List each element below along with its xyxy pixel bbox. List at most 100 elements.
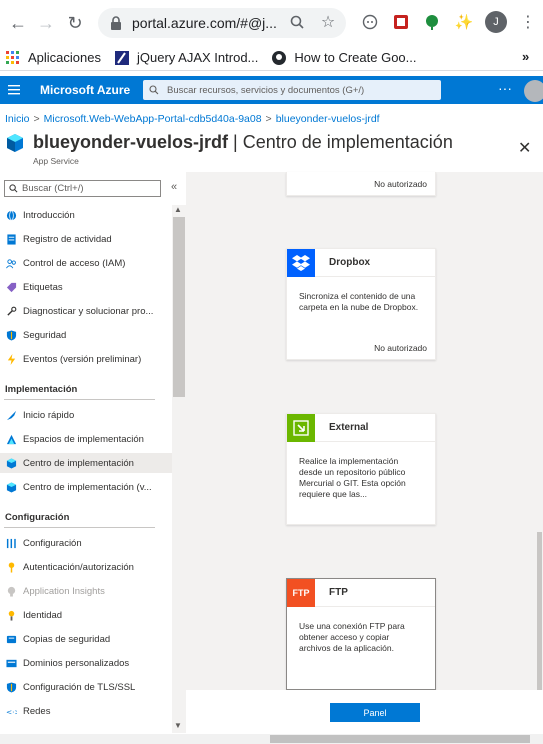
bookmark-apps[interactable]: Aplicaciones <box>6 50 101 65</box>
forward-icon[interactable]: → <box>34 11 58 35</box>
sidebar-item-label: Inicio rápido <box>23 409 75 421</box>
sidebar-item-label: Application Insights <box>23 585 105 597</box>
chevron-right-icon: > <box>265 113 272 125</box>
sidebar-item-espacios-de-implementacion[interactable]: Espacios de implementación <box>0 429 172 449</box>
profile-avatar[interactable]: J <box>485 11 507 33</box>
sidebar-item-centro-de-implementacion-v[interactable]: Centro de implementación (v... <box>0 477 172 497</box>
back-icon[interactable]: ← <box>6 11 30 35</box>
bookmark-label: How to Create Goo... <box>294 50 417 65</box>
sidebar-item-centro-de-implementacion[interactable]: Centro de implementación <box>0 453 172 473</box>
sidebar-item-etiquetas[interactable]: Etiquetas <box>0 277 172 297</box>
sidebar-item-label: Espacios de implementación <box>23 433 144 445</box>
content-scroll-thumb[interactable] <box>537 532 542 690</box>
page-title: blueyonder-vuelos-jrdf | Centro de imple… <box>5 132 453 153</box>
leaf-extension-icon[interactable] <box>422 12 442 32</box>
sidebar-item-introduccion[interactable]: Introducción <box>0 205 172 225</box>
external-repo-icon <box>287 413 315 442</box>
azure-header: Microsoft Azure Buscar recursos, servici… <box>0 76 543 104</box>
breadcrumb-home[interactable]: Inicio <box>5 113 30 125</box>
content-scrollbar[interactable] <box>536 172 543 690</box>
external-card[interactable]: External Realice la implementación desde… <box>286 413 436 525</box>
azure-avatar[interactable] <box>524 80 543 102</box>
card-description: Realice la implementación desde un repos… <box>299 456 406 499</box>
sidebar-item-autenticacion-autorizacion[interactable]: Autenticación/autorización <box>0 557 172 577</box>
chevron-right-icon: > <box>33 113 40 125</box>
bookmark-jquery[interactable]: jQuery AJAX Introd... <box>115 50 258 65</box>
reload-icon[interactable]: ↻ <box>63 11 87 35</box>
scroll-up-icon[interactable]: ▲ <box>174 205 182 214</box>
search-icon[interactable] <box>287 12 307 32</box>
menu-icon[interactable]: ⋮ <box>518 12 538 32</box>
dropbox-card[interactable]: Dropbox Sincroniza el contenido de una c… <box>286 248 436 360</box>
tag-icon <box>5 281 17 293</box>
sidebar-item-redes[interactable]: <·> Redes <box>0 701 172 721</box>
azure-brand[interactable]: Microsoft Azure <box>40 83 130 97</box>
sidebar-item-identidad[interactable]: Identidad <box>0 605 172 625</box>
ftp-icon: FTP <box>287 578 315 607</box>
card-title: External <box>329 422 369 433</box>
puzzle-icon[interactable]: ✨ <box>454 12 474 32</box>
sidebar-item-registro-de-actividad[interactable]: Registro de actividad <box>0 229 172 249</box>
sidebar-item-inicio-rapido[interactable]: Inicio rápido <box>0 405 172 425</box>
sidebar-item-label: Centro de implementación <box>23 457 134 469</box>
bookmark-label: jQuery AJAX Introd... <box>137 50 259 65</box>
bookmarks-overflow[interactable]: » <box>522 49 529 64</box>
sidebar-item-eventos-version-preliminar[interactable]: Eventos (versión preliminar) <box>0 349 172 369</box>
sidebar-item-configuracion[interactable]: Configuración <box>0 533 172 553</box>
close-icon[interactable]: ✕ <box>518 138 531 158</box>
sidebar-item-label: Registro de actividad <box>23 233 112 245</box>
card-status: No autorizado <box>374 343 427 353</box>
sidebar-item-label: Identidad <box>23 609 63 621</box>
sidebar-item-label: Redes <box>23 705 51 717</box>
shield-icon <box>5 329 17 341</box>
browser-toolbar: ← → ↻ portal.azure.com/#@j... ☆ ✨ J ⋮ <box>0 0 543 45</box>
hamburger-icon[interactable] <box>0 85 28 95</box>
apps-grid-icon <box>6 50 19 64</box>
bolt-icon <box>5 353 17 365</box>
ftp-card[interactable]: FTP FTP Use una conexión FTP para obtene… <box>286 578 436 690</box>
address-bar[interactable]: portal.azure.com/#@j... <box>98 8 346 38</box>
horizontal-scrollbar[interactable] <box>0 734 543 744</box>
horizontal-scroll-thumb[interactable] <box>270 735 530 743</box>
sidebar-item-copias-de-seguridad[interactable]: Copias de seguridad <box>0 629 172 649</box>
globe-icon <box>5 209 17 221</box>
sidebar-item-control-de-acceso-iam[interactable]: Control de acceso (IAM) <box>0 253 172 273</box>
star-icon[interactable]: ☆ <box>318 12 338 32</box>
sidebar-item-label: Autenticación/autorización <box>23 561 134 573</box>
network-icon: <·> <box>5 705 17 717</box>
azure-search-placeholder: Buscar recursos, servicios y documentos … <box>167 84 365 96</box>
sidebar-item-configuracion-de-tls-ssl[interactable]: Configuración de TLS/SSL <box>0 677 172 697</box>
breadcrumb: Inicio > Microsoft.Web-WebApp-Portal-cdb5d… <box>5 113 380 125</box>
sidebar-item-seguridad[interactable]: Seguridad <box>0 325 172 345</box>
sidebar-item-application-insights[interactable]: Application Insights <box>0 581 172 601</box>
footer-bar: Panel <box>186 690 543 734</box>
breadcrumb-app[interactable]: blueyonder-vuelos-jrdf <box>276 113 380 125</box>
breadcrumb-resource-group[interactable]: Microsoft.Web-WebApp-Portal-cdb5d40a-9a0… <box>44 113 262 125</box>
menu-search-placeholder: Buscar (Ctrl+/) <box>22 183 84 194</box>
sidebar-item-label: Introducción <box>23 209 75 221</box>
deployment-source-card[interactable]: No autorizado <box>286 172 436 196</box>
bookmark-github[interactable]: How to Create Goo... <box>272 50 417 65</box>
backup-icon <box>5 633 17 645</box>
shield-icon <box>5 681 17 693</box>
collapse-menu-icon[interactable]: « <box>171 181 177 193</box>
menu-scroll-thumb[interactable] <box>173 217 185 397</box>
sidebar-item-label: Seguridad <box>23 329 67 341</box>
more-icon[interactable]: ··· <box>498 80 512 96</box>
azure-search-input[interactable]: Buscar recursos, servicios y documentos … <box>143 80 441 100</box>
menu-search-input[interactable]: Buscar (Ctrl+/) <box>4 180 161 197</box>
jquery-icon <box>115 50 129 65</box>
sidebar-item-label: Configuración de TLS/SSL <box>23 681 136 693</box>
search-icon <box>9 184 18 193</box>
cube-icon <box>5 481 17 493</box>
scroll-down-icon[interactable]: ▼ <box>174 721 182 730</box>
sidebar-item-dominios-personalizados[interactable]: Dominios personalizados <box>0 653 172 673</box>
sidebar-item-label: Centro de implementación (v... <box>23 481 152 493</box>
shield-extension-icon[interactable] <box>391 12 411 32</box>
panel-button[interactable]: Panel <box>330 703 420 722</box>
extension-icon[interactable] <box>360 12 380 32</box>
menu-scrollbar[interactable]: ▲ ▼ <box>172 205 186 733</box>
blade-name: Centro de implementación <box>242 132 453 152</box>
sidebar-item-diagnosticar-y-solucionar-pro[interactable]: Diagnosticar y solucionar pro... <box>0 301 172 321</box>
sidebar-item-label: Etiquetas <box>23 281 63 293</box>
